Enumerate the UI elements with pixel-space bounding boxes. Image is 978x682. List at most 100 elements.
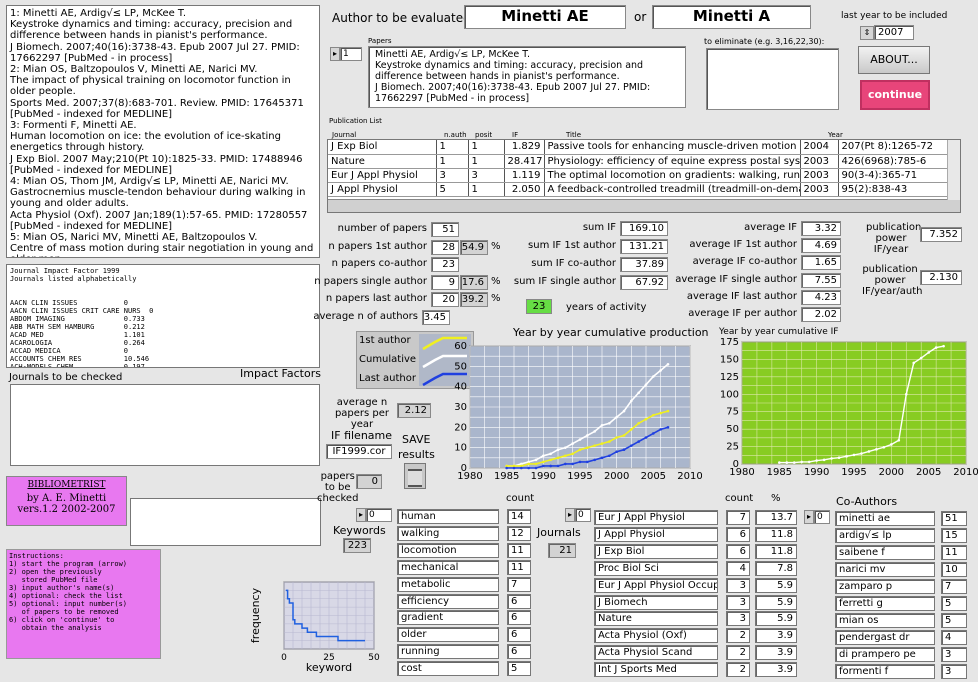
pubmed-text-area[interactable]: 1: Minetti AE, Ardig√≤ LP, McKee T. Keys… (6, 5, 320, 258)
save-button[interactable] (404, 463, 426, 489)
publication-list-table[interactable]: J Exp Biol 1 1 1.829 Passive tools for enhan… (327, 139, 961, 213)
journal-item[interactable]: Acta Physiol (Oxf) (594, 628, 718, 644)
keyword-item[interactable]: gradient (397, 610, 499, 626)
stat-right-value: 2.02 (801, 307, 841, 322)
data-point (549, 452, 552, 456)
data-point (527, 462, 530, 466)
data-point (837, 456, 841, 460)
data-point (622, 409, 626, 413)
publication-cell: 2.050 (504, 182, 545, 197)
journal-item[interactable]: J Biomech (594, 594, 718, 610)
stat-mid-label: sum IF single author (513, 276, 616, 287)
journal-item[interactable]: J Appl Physiol (594, 526, 718, 542)
keyword-item[interactable]: efficiency (397, 593, 499, 609)
data-point (652, 432, 655, 435)
eliminate-field[interactable] (706, 48, 839, 110)
data-point (571, 442, 574, 445)
publication-cell: 95(2):838-43 (838, 182, 959, 197)
keyword-item[interactable]: human (397, 509, 499, 524)
power2-label-2: power (874, 275, 906, 286)
data-point (578, 448, 582, 451)
stat-left-value: 51 (431, 222, 459, 237)
coauthor-item[interactable]: ferretti g (835, 596, 935, 611)
bibliometrist-title: BIBLIOMETRIST (27, 480, 106, 490)
author-name-1-field[interactable]: Minetti AE (464, 5, 626, 29)
publication-list-vscroll[interactable] (947, 140, 960, 200)
publication-cell: 28.417 (504, 154, 545, 169)
if-chart-title: Year by year cumulative IF (719, 327, 839, 337)
journal-item[interactable]: Proc Biol Sci (594, 560, 718, 576)
journal-impact-factor-list[interactable]: Journal Impact Factor 1999 Journals list… (6, 264, 320, 368)
if-filename-field[interactable]: IF1999.cor (326, 444, 392, 459)
header-nauth: n.auth (444, 131, 467, 139)
publication-list-scrollbar[interactable] (328, 199, 960, 212)
publication-row[interactable]: Eur J Appl Physiol 3 3 1.119 The optimal loc… (328, 168, 959, 183)
power-ifyearauth-labels: publication power IF/year/auth (862, 264, 922, 297)
data-point (578, 460, 582, 464)
keyword-item[interactable]: locomotion (397, 542, 499, 558)
keyword-item[interactable]: cost (397, 661, 499, 677)
coauthor-index-field[interactable]: 0 (814, 510, 830, 524)
coauthor-item[interactable]: zamparo p (835, 579, 935, 594)
data-point (927, 351, 930, 354)
keyword-item[interactable]: mechanical (397, 559, 499, 575)
keyword-index-field[interactable]: 0 (366, 508, 392, 522)
coauthor-count: 51 (941, 511, 967, 526)
publication-cell: 3 (436, 168, 469, 183)
coauthor-item[interactable]: pendergast dr (835, 630, 935, 645)
stat-left-pct: 17.6 (460, 274, 488, 290)
author-name-2-field[interactable]: Minetti A (652, 5, 811, 29)
coauthor-count: 7 (941, 579, 967, 594)
journal-index-field[interactable]: 0 (575, 508, 591, 522)
data-point (912, 361, 916, 365)
data-point (542, 460, 545, 464)
coauthor-item[interactable]: saibene f (835, 545, 935, 560)
publication-row[interactable]: J Appl Physiol 5 1 2.050 A feedback-controll… (328, 182, 959, 197)
journal-item[interactable]: Acta Physiol Scand (594, 645, 718, 661)
data-point (556, 464, 560, 468)
journal-item[interactable]: J Exp Biol (594, 543, 718, 559)
keyword-item[interactable]: metabolic (397, 576, 499, 592)
paper-index-stepper[interactable]: ▸ (330, 47, 340, 61)
y-tick-label: 50 (454, 361, 467, 372)
keyword-item[interactable]: running (397, 644, 499, 660)
coauthors-label: Co-Authors (836, 495, 898, 508)
year-stepper[interactable]: ⇕ (860, 26, 874, 40)
continue-button[interactable]: continue (860, 80, 930, 110)
publication-row[interactable]: Nature 1 1 28.417 Physiology: efficiency of … (328, 154, 959, 169)
paper-detail-area[interactable]: Minetti AE, Ardig√≤ LP, McKee T. Keystro… (368, 46, 686, 108)
keyword-index-stepper[interactable]: ▸ (356, 508, 366, 522)
publication-cell: 2003 (800, 182, 839, 197)
publication-cell: 1 (468, 154, 505, 169)
data-point (608, 440, 611, 443)
x-tick-label: 1985 (494, 471, 519, 482)
coauthor-item[interactable]: ardig√≤ lp (835, 528, 935, 543)
data-point (867, 450, 871, 453)
data-point (659, 428, 662, 431)
journal-item[interactable]: Nature (594, 611, 718, 627)
coauthor-item[interactable]: di prampero pe (835, 647, 935, 662)
journal-index-stepper[interactable]: ▸ (565, 508, 575, 522)
journal-item[interactable]: Eur J Appl Physiol Occup (594, 577, 718, 593)
stat-right-label: average IF single author (675, 273, 797, 285)
journals-label: Journals (537, 526, 581, 539)
about-button[interactable]: ABOUT... (858, 46, 930, 74)
keyword-item[interactable]: walking (397, 525, 499, 541)
last-year-field[interactable]: 2007 (874, 25, 914, 40)
header-journal: Journal (332, 131, 357, 139)
journal-item[interactable]: Eur J Appl Physiol (594, 510, 718, 525)
keyword-item[interactable]: older (397, 627, 499, 643)
coauthor-item[interactable]: formenti f (835, 664, 935, 679)
coauthor-item[interactable]: minetti ae (835, 511, 935, 526)
coauthor-item[interactable]: mian os (835, 613, 935, 628)
paper-index-field[interactable]: 1 (340, 47, 362, 61)
coauthor-item[interactable]: narici mv (835, 562, 935, 577)
publication-cell: 1.829 (504, 140, 545, 155)
data-point (549, 464, 552, 468)
coauthor-index-stepper[interactable]: ▸ (804, 510, 814, 524)
journal-item[interactable]: Int J Sports Med (594, 662, 718, 678)
publication-row[interactable]: J Exp Biol 1 1 1.829 Passive tools for enhan… (328, 140, 959, 155)
y-tick-label: 40 (454, 382, 467, 393)
data-point (659, 411, 662, 415)
journals-checked-area[interactable] (10, 384, 320, 466)
